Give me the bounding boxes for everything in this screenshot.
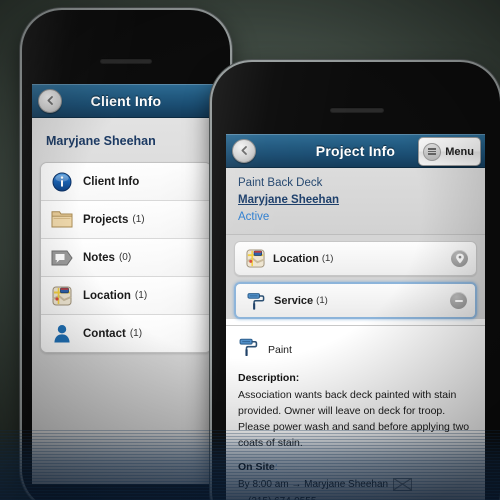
map-icon bbox=[243, 249, 267, 268]
speech-bubble-icon bbox=[49, 249, 75, 267]
menu-button[interactable]: Menu bbox=[418, 137, 481, 166]
map-pin-icon[interactable] bbox=[451, 250, 468, 267]
info-circle-icon bbox=[49, 172, 75, 192]
list-item-label: Contact bbox=[83, 327, 126, 340]
paint-roller-icon bbox=[238, 336, 260, 363]
person-icon bbox=[49, 324, 75, 343]
left-phone-screen: Client Info Maryjane Sheehan Client Info… bbox=[32, 84, 220, 484]
section-row-service[interactable]: Service (1) bbox=[234, 282, 477, 319]
service-name-row: Paint bbox=[238, 336, 473, 363]
onsite-row: By 8:00 am → Maryjane Sheehan (215) 674-… bbox=[238, 478, 473, 500]
list-item-count: (1) bbox=[134, 290, 148, 301]
list-item-label: Location bbox=[83, 289, 131, 302]
list-item-projects[interactable]: Projects (1) bbox=[41, 201, 211, 239]
left-screen-body: Maryjane Sheehan Client Info Projects (1… bbox=[32, 118, 220, 484]
section-label: Location bbox=[273, 252, 319, 265]
list-item-contact[interactable]: Contact (1) bbox=[41, 315, 211, 352]
list-item-label: Projects bbox=[83, 213, 129, 226]
envelope-icon[interactable] bbox=[393, 478, 413, 491]
list-item-count: (1) bbox=[129, 328, 143, 339]
back-button[interactable] bbox=[38, 88, 62, 113]
minus-circle-icon[interactable] bbox=[450, 292, 467, 309]
right-phone-device: Project Info Menu Paint Back Deck Maryja… bbox=[212, 62, 500, 500]
onsite-label-colon: : bbox=[274, 461, 278, 473]
onsite-label-text: On Site bbox=[238, 461, 275, 473]
list-item-count: (1) bbox=[132, 214, 145, 225]
project-status: Active bbox=[238, 211, 270, 223]
screenshot-stage: Client Info Maryjane Sheehan Client Info… bbox=[0, 0, 500, 500]
section-count: (1) bbox=[321, 253, 334, 264]
project-sections: Location (1) Service (1) bbox=[226, 235, 485, 319]
map-icon bbox=[49, 286, 75, 306]
right-screen-body: Paint Back Deck Maryjane Sheehan Active bbox=[226, 168, 485, 500]
folder-icon bbox=[49, 210, 75, 229]
menu-button-label: Menu bbox=[445, 145, 474, 158]
back-button[interactable] bbox=[232, 138, 256, 163]
section-row-location[interactable]: Location (1) bbox=[234, 241, 477, 276]
list-item-client-info[interactable]: Client Info bbox=[41, 163, 211, 201]
description-text: Association wants back deck painted with… bbox=[238, 389, 470, 449]
onsite-time-and-person: By 8:00 am → Maryjane Sheehan bbox=[238, 479, 389, 490]
left-navbar: Client Info bbox=[32, 84, 220, 118]
onsite-label: On Site: bbox=[238, 461, 473, 473]
client-name-heading: Maryjane Sheehan bbox=[46, 134, 156, 148]
list-item-label: Client Info bbox=[83, 175, 140, 188]
right-phone-screen: Project Info Menu Paint Back Deck Maryja… bbox=[226, 134, 485, 500]
description-label: Description: bbox=[238, 372, 300, 384]
project-title: Paint Back Deck bbox=[238, 177, 323, 189]
client-menu-list: Client Info Projects (1) Notes (0) Locat… bbox=[40, 162, 212, 353]
list-menu-icon bbox=[423, 142, 442, 161]
earpiece-speaker-grill bbox=[100, 58, 152, 63]
earpiece-speaker-grill bbox=[330, 107, 384, 112]
right-navbar: Project Info Menu bbox=[226, 134, 485, 168]
section-count: (1) bbox=[316, 295, 328, 306]
left-phone-device: Client Info Maryjane Sheehan Client Info… bbox=[22, 10, 230, 500]
list-item-count: (0) bbox=[118, 252, 132, 263]
list-item-notes[interactable]: Notes (0) bbox=[41, 239, 211, 277]
paint-roller-icon bbox=[244, 291, 268, 311]
onsite-phone-number[interactable]: (215) 674-0555 bbox=[248, 496, 316, 500]
project-header: Paint Back Deck Maryjane Sheehan Active bbox=[226, 168, 485, 235]
chevron-left-icon bbox=[241, 146, 247, 155]
service-detail-panel: Paint Description: Association wants bac… bbox=[226, 325, 485, 500]
project-client-link[interactable]: Maryjane Sheehan bbox=[238, 192, 485, 209]
list-item-location[interactable]: Location (1) bbox=[41, 277, 211, 315]
chevron-left-icon bbox=[47, 96, 53, 105]
service-name: Paint bbox=[268, 343, 292, 356]
list-item-label: Notes bbox=[83, 251, 115, 264]
section-label: Service bbox=[274, 294, 314, 307]
